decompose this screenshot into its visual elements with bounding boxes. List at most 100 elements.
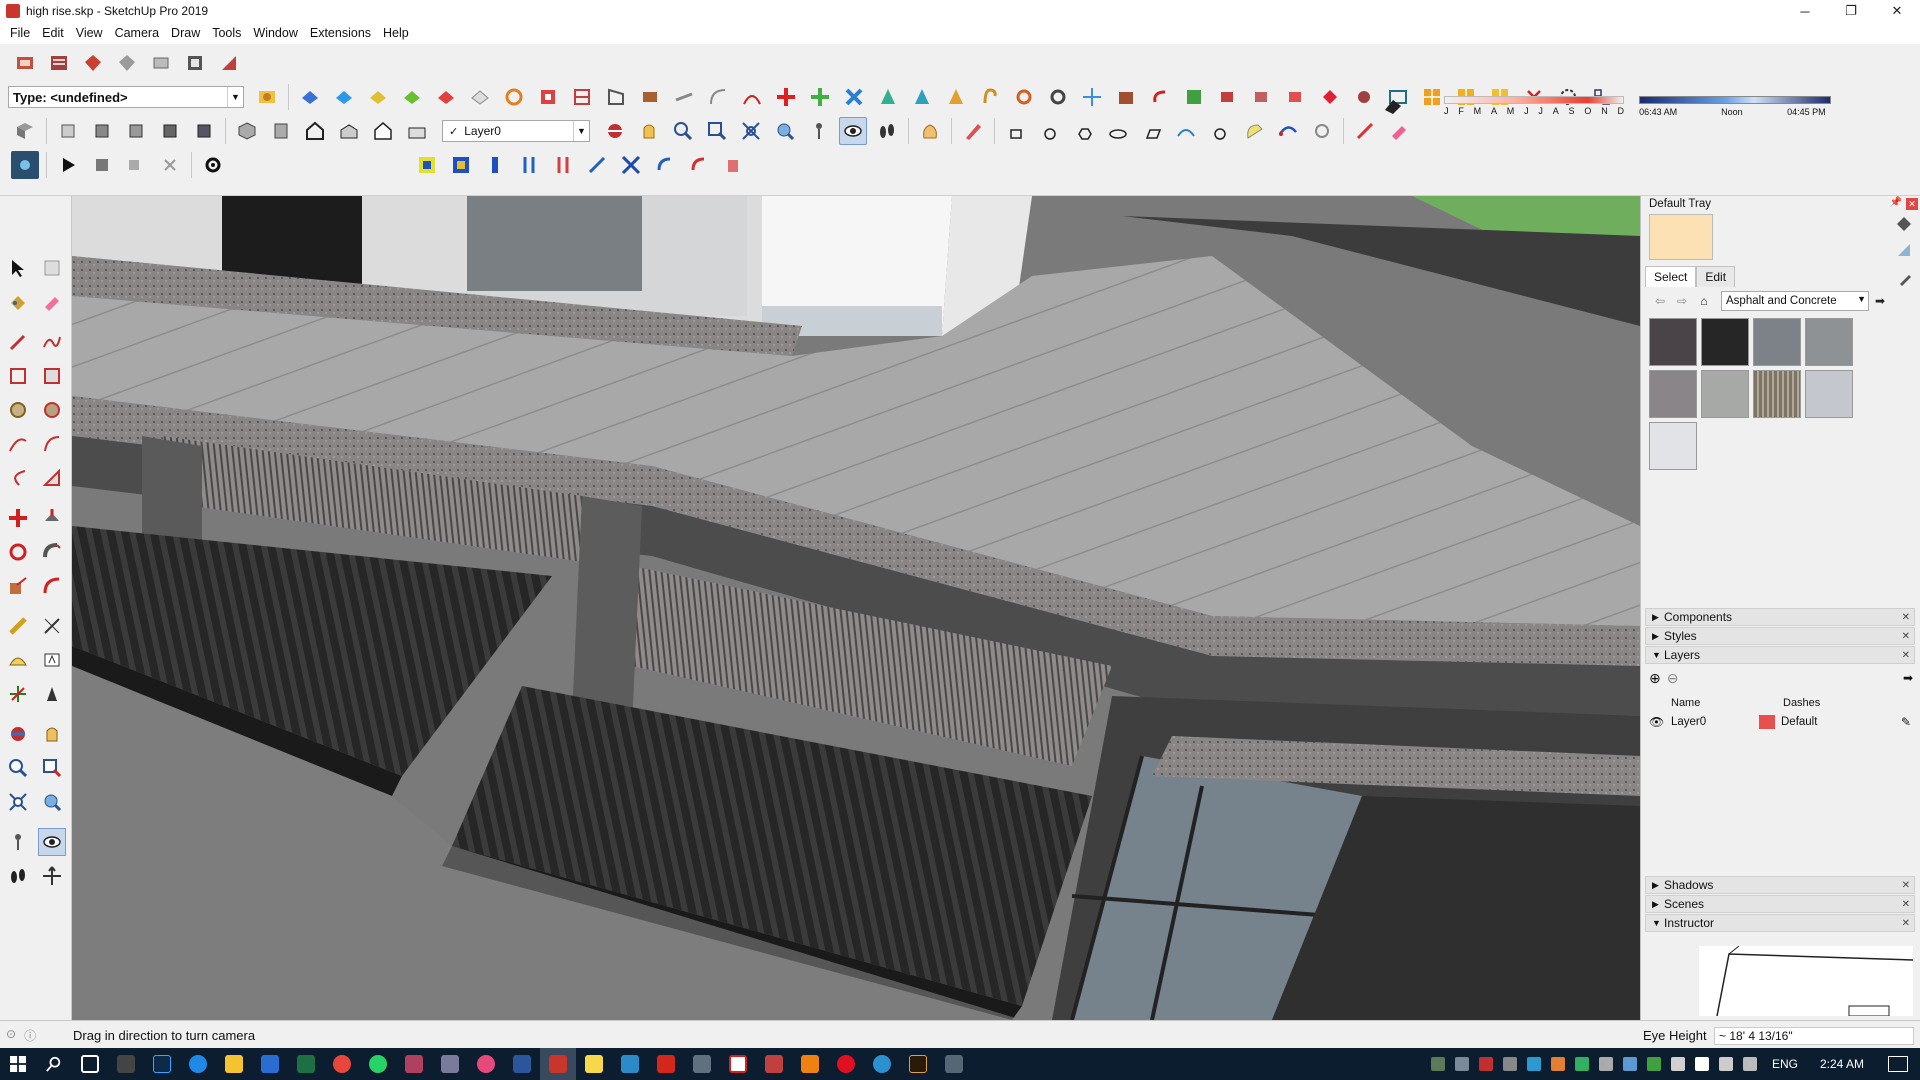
panel-instructor[interactable]: ▼ Instructor ✕	[1645, 914, 1915, 932]
lasso-icon[interactable]	[1240, 117, 1268, 145]
undo-rotate-icon[interactable]	[685, 151, 713, 179]
app-icon[interactable]	[756, 1048, 792, 1080]
layer-name[interactable]: Layer0	[1671, 716, 1759, 728]
edge-icon[interactable]	[180, 1048, 216, 1080]
red-tag-icon[interactable]	[1316, 83, 1344, 111]
whatsapp-icon[interactable]	[360, 1048, 396, 1080]
layout-icon[interactable]	[181, 49, 209, 77]
solid-outer-shell-icon[interactable]	[636, 83, 664, 111]
close-icon[interactable]: ✕	[1902, 650, 1910, 661]
search-icon[interactable]	[36, 1048, 72, 1080]
pencil-icon[interactable]: ✎	[1901, 715, 1911, 729]
app-icon[interactable]	[864, 1048, 900, 1080]
line-icon[interactable]	[4, 328, 32, 356]
stamp-icon[interactable]	[398, 83, 426, 111]
measurements-input[interactable]: ~ 18' 4 13/16"	[1714, 1027, 1914, 1045]
section-plane-icon[interactable]	[534, 83, 562, 111]
hidden-line-icon[interactable]	[122, 117, 150, 145]
wireframe-icon[interactable]	[88, 117, 116, 145]
menu-tools[interactable]: Tools	[206, 26, 247, 40]
send-to-layout-icon[interactable]	[215, 49, 243, 77]
fredoscale-icon[interactable]	[617, 151, 645, 179]
sandbox-from-scratch-icon[interactable]	[330, 83, 358, 111]
wifi-icon[interactable]	[1694, 1057, 1709, 1071]
start-windows-icon[interactable]	[0, 1048, 36, 1080]
make-component-icon[interactable]	[38, 254, 66, 282]
word-icon[interactable]	[504, 1048, 540, 1080]
panel-scenes[interactable]: ▶ Scenes ✕	[1645, 895, 1915, 913]
section-display-icon[interactable]	[568, 83, 596, 111]
chrome-icon[interactable]	[324, 1048, 360, 1080]
joint-push-pull-icon[interactable]	[1180, 83, 1208, 111]
layer-select[interactable]: ✓ Layer0 ▼	[442, 120, 590, 142]
tray-app-icon[interactable]	[1454, 1057, 1469, 1071]
front-view-icon[interactable]	[301, 117, 329, 145]
polygon-icon[interactable]	[1070, 117, 1098, 145]
section-cut-icon[interactable]	[602, 83, 630, 111]
orbit-icon[interactable]	[601, 117, 629, 145]
previous-view-icon[interactable]	[771, 117, 799, 145]
lumion-icon[interactable]	[11, 151, 39, 179]
freehand-icon[interactable]	[38, 328, 66, 356]
axis-icon[interactable]	[1078, 83, 1106, 111]
component-stitch-icon[interactable]	[1248, 83, 1276, 111]
add-layer-icon[interactable]: ⊕	[1649, 670, 1661, 687]
bezier-icon[interactable]	[738, 83, 766, 111]
position-camera-icon[interactable]	[805, 117, 833, 145]
flowify-icon[interactable]	[413, 151, 441, 179]
paint-bucket-sample-icon[interactable]	[1894, 214, 1914, 234]
language-indicator[interactable]: ENG	[1772, 1057, 1798, 1071]
rotated-rectangle-icon[interactable]	[38, 362, 66, 390]
three-point-arc-icon[interactable]	[4, 464, 32, 492]
ellipse-icon[interactable]	[1104, 117, 1132, 145]
menu-help[interactable]: Help	[377, 26, 415, 40]
app-icon[interactable]	[684, 1048, 720, 1080]
notifications-icon[interactable]	[1888, 1056, 1908, 1072]
task-view-icon[interactable]	[72, 1048, 108, 1080]
material-swatch[interactable]	[1649, 370, 1697, 418]
zoom-window-icon[interactable]	[703, 117, 731, 145]
material-swatch[interactable]	[1701, 370, 1749, 418]
play-icon[interactable]	[54, 151, 82, 179]
section-plane-tool-icon[interactable]	[38, 862, 66, 890]
material-swatch[interactable]	[1649, 318, 1697, 366]
stop-icon[interactable]	[88, 151, 116, 179]
sandbox-from-contours-icon[interactable]	[296, 83, 324, 111]
menu-camera[interactable]: Camera	[109, 26, 165, 40]
freehand-shape-icon[interactable]	[1206, 117, 1234, 145]
gear-grid-icon[interactable]	[1350, 83, 1378, 111]
extrude-icon[interactable]	[1214, 83, 1242, 111]
box-icon[interactable]	[1112, 83, 1140, 111]
add-detail-icon[interactable]	[466, 83, 494, 111]
xray-icon[interactable]	[54, 117, 82, 145]
info-icon[interactable]: ⓘ	[24, 1027, 36, 1044]
share-component-icon[interactable]	[147, 49, 175, 77]
tray-app-icon[interactable]	[1430, 1057, 1445, 1071]
tray-app-icon[interactable]	[1550, 1057, 1565, 1071]
iso-view-icon[interactable]	[233, 117, 261, 145]
two-point-arc-icon[interactable]	[38, 430, 66, 458]
app-icon[interactable]	[432, 1048, 468, 1080]
tray-app-icon[interactable]	[1622, 1057, 1637, 1071]
arc-tool-icon[interactable]	[4, 430, 32, 458]
col-dashes-header[interactable]: Dashes	[1783, 697, 1820, 709]
calculator-icon[interactable]	[108, 1048, 144, 1080]
zoom-tool-icon[interactable]	[4, 754, 32, 782]
col-name-header[interactable]: Name	[1671, 697, 1759, 709]
zoom-extents-icon[interactable]	[737, 117, 765, 145]
remove-icon[interactable]	[156, 151, 184, 179]
menu-edit[interactable]: Edit	[36, 26, 70, 40]
app-icon[interactable]	[468, 1048, 504, 1080]
menu-file[interactable]: File	[4, 26, 36, 40]
shadow-toggle-icon[interactable]	[1382, 94, 1404, 116]
microphone-icon[interactable]	[1502, 1057, 1517, 1071]
extension-warehouse-icon[interactable]	[45, 49, 73, 77]
tray-close-icon[interactable]: ✕	[1906, 198, 1918, 210]
battery-icon[interactable]	[1646, 1057, 1661, 1071]
offset-icon[interactable]	[38, 572, 66, 600]
material-library-select[interactable]: Asphalt and Concrete ▼	[1721, 291, 1869, 311]
rectangle-tool-icon[interactable]	[4, 362, 32, 390]
material-swatch[interactable]	[1701, 318, 1749, 366]
position-camera-tool-icon[interactable]	[4, 828, 32, 856]
tab-select[interactable]: Select	[1645, 266, 1697, 287]
